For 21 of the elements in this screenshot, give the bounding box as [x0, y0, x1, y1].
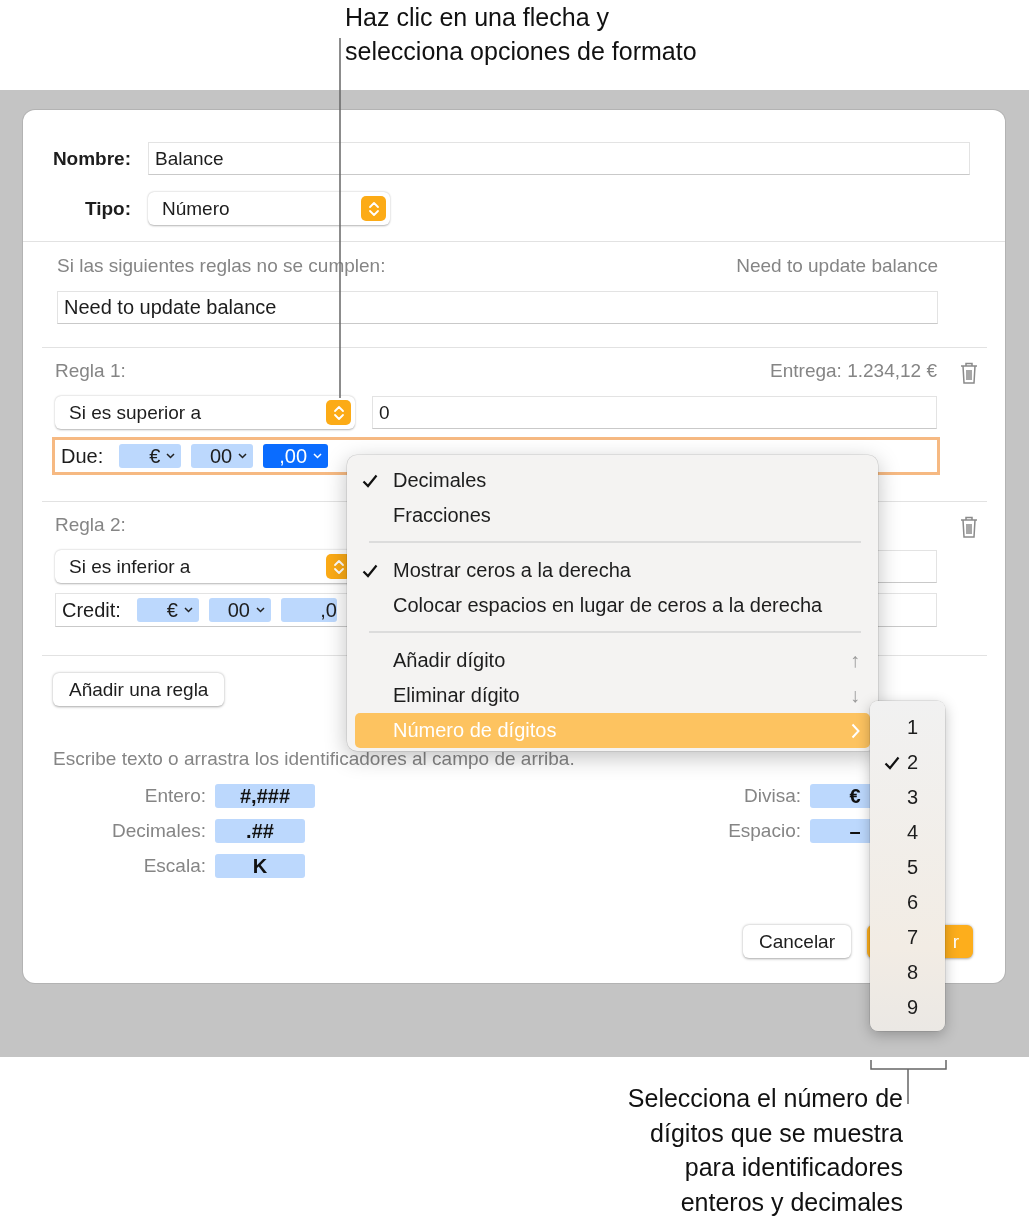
- field-label: Tipo:: [83, 197, 131, 220]
- popup-value: Número: [162, 197, 230, 220]
- rule-label: Regla 1:: [55, 360, 126, 382]
- token-label: Espacio:: [728, 820, 801, 842]
- shortcut-arrow: ↑: [850, 649, 860, 672]
- field-label: Nombre:: [51, 147, 131, 170]
- token-label: Escala:: [142, 855, 206, 877]
- format-label: Credit:: [62, 598, 121, 622]
- rule-preview: Entrega: 1.234,12 €: [770, 360, 937, 382]
- shortcut-arrow: ↓: [850, 684, 860, 707]
- rule-label: Regla 2:: [55, 514, 126, 536]
- callout-text: Haz clic en una flecha y selecciona opciones de formato: [345, 2, 697, 67]
- hint-text: Escribe texto o arrastra los identificadores al campo de arriba.: [53, 748, 575, 770]
- message-preview: Need to update balance: [736, 255, 938, 277]
- callout-text: Selecciona el número de dígitos que se muestra para identificadores enteros y decimales: [627, 1083, 903, 1218]
- format-label: Due:: [61, 444, 104, 468]
- popup-value: Si es inferior a: [69, 555, 191, 578]
- popup-value: Si es superior a: [69, 401, 201, 424]
- token-label: Decimales:: [111, 820, 206, 842]
- token-label: Entero:: [143, 785, 206, 807]
- token-label: Divisa:: [743, 785, 801, 807]
